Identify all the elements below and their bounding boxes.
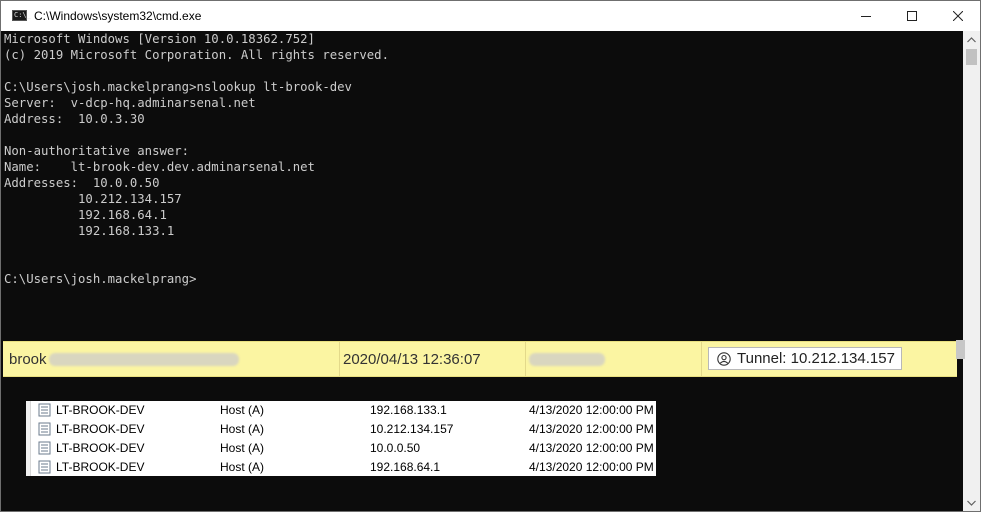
maximize-button[interactable] <box>889 1 935 31</box>
maximize-icon <box>907 11 917 21</box>
table-row[interactable]: LT-BROOK-DEV Host (A) 192.168.64.1 4/13/… <box>26 458 656 477</box>
chevron-up-icon <box>967 36 976 42</box>
record-data: 10.0.0.50 <box>370 441 421 455</box>
cmd-app-icon[interactable]: C:\_ <box>12 10 31 21</box>
chevron-down-icon <box>967 500 976 506</box>
scroll-up-button[interactable] <box>963 31 980 48</box>
tunnel-label: Tunnel: 10.212.134.157 <box>737 350 895 367</box>
table-row[interactable]: LT-BROOK-DEV Host (A) 192.168.133.1 4/13… <box>26 401 656 420</box>
tunnel-button[interactable]: Tunnel: 10.212.134.157 <box>708 347 902 370</box>
record-timestamp: 4/13/2020 12:00:00 PM <box>529 422 654 436</box>
scroll-down-button[interactable] <box>963 494 980 511</box>
vertical-scrollbar[interactable] <box>963 31 980 511</box>
table-row[interactable]: LT-BROOK-DEV Host (A) 10.212.134.157 4/1… <box>26 420 656 439</box>
record-name: LT-BROOK-DEV <box>56 403 145 417</box>
record-name: LT-BROOK-DEV <box>56 460 145 474</box>
redacted-cell <box>527 342 697 376</box>
dns-record-icon <box>38 441 51 455</box>
table-row[interactable]: LT-BROOK-DEV Host (A) 10.0.0.50 4/13/202… <box>26 439 656 458</box>
minimize-icon <box>861 16 871 17</box>
cmd-window: C:\_ C:\Windows\system32\cmd.exe Microso… <box>0 0 981 512</box>
close-button[interactable] <box>935 1 981 31</box>
dns-record-icon <box>38 460 51 474</box>
column-divider <box>339 342 340 376</box>
column-divider <box>525 342 526 376</box>
record-name: LT-BROOK-DEV <box>56 441 145 455</box>
record-data: 10.212.134.157 <box>370 422 454 436</box>
dns-records-table: LT-BROOK-DEV Host (A) 192.168.133.1 4/13… <box>26 401 656 476</box>
window-title: C:\Windows\system32\cmd.exe <box>34 9 202 23</box>
user-name: brook <box>9 350 47 368</box>
timestamp-cell: 2020/04/13 12:36:07 <box>343 350 481 368</box>
app-icon-glyph: C:\_ <box>14 11 31 19</box>
record-type: Host (A) <box>220 460 265 474</box>
dns-record-icon <box>38 403 51 417</box>
record-data: 192.168.64.1 <box>370 460 441 474</box>
close-icon <box>953 11 963 21</box>
column-divider <box>701 342 702 376</box>
record-type: Host (A) <box>220 441 265 455</box>
console-output[interactable]: Microsoft Windows [Version 10.0.18362.75… <box>1 31 963 338</box>
record-timestamp: 4/13/2020 12:00:00 PM <box>529 403 654 417</box>
minimize-button[interactable] <box>843 1 889 31</box>
record-timestamp: 4/13/2020 12:00:00 PM <box>529 441 654 455</box>
record-timestamp: 4/13/2020 12:00:00 PM <box>529 460 654 474</box>
user-cell: brook <box>9 342 339 376</box>
redacted-text <box>529 352 605 366</box>
record-name: LT-BROOK-DEV <box>56 422 145 436</box>
tunnel-user-icon <box>717 351 731 366</box>
redacted-text <box>48 352 239 366</box>
console-text: Microsoft Windows [Version 10.0.18362.75… <box>4 32 389 286</box>
record-type: Host (A) <box>220 422 265 436</box>
record-data: 192.168.133.1 <box>370 403 447 417</box>
dns-record-icon <box>38 422 51 436</box>
title-bar[interactable]: C:\_ C:\Windows\system32\cmd.exe <box>1 1 980 31</box>
scroll-thumb[interactable] <box>966 49 977 65</box>
session-status-row[interactable]: brook 2020/04/13 12:36:07 Tunnel: 10.212… <box>3 341 957 377</box>
record-type: Host (A) <box>220 403 265 417</box>
inner-scroll-thumb[interactable] <box>956 340 965 359</box>
